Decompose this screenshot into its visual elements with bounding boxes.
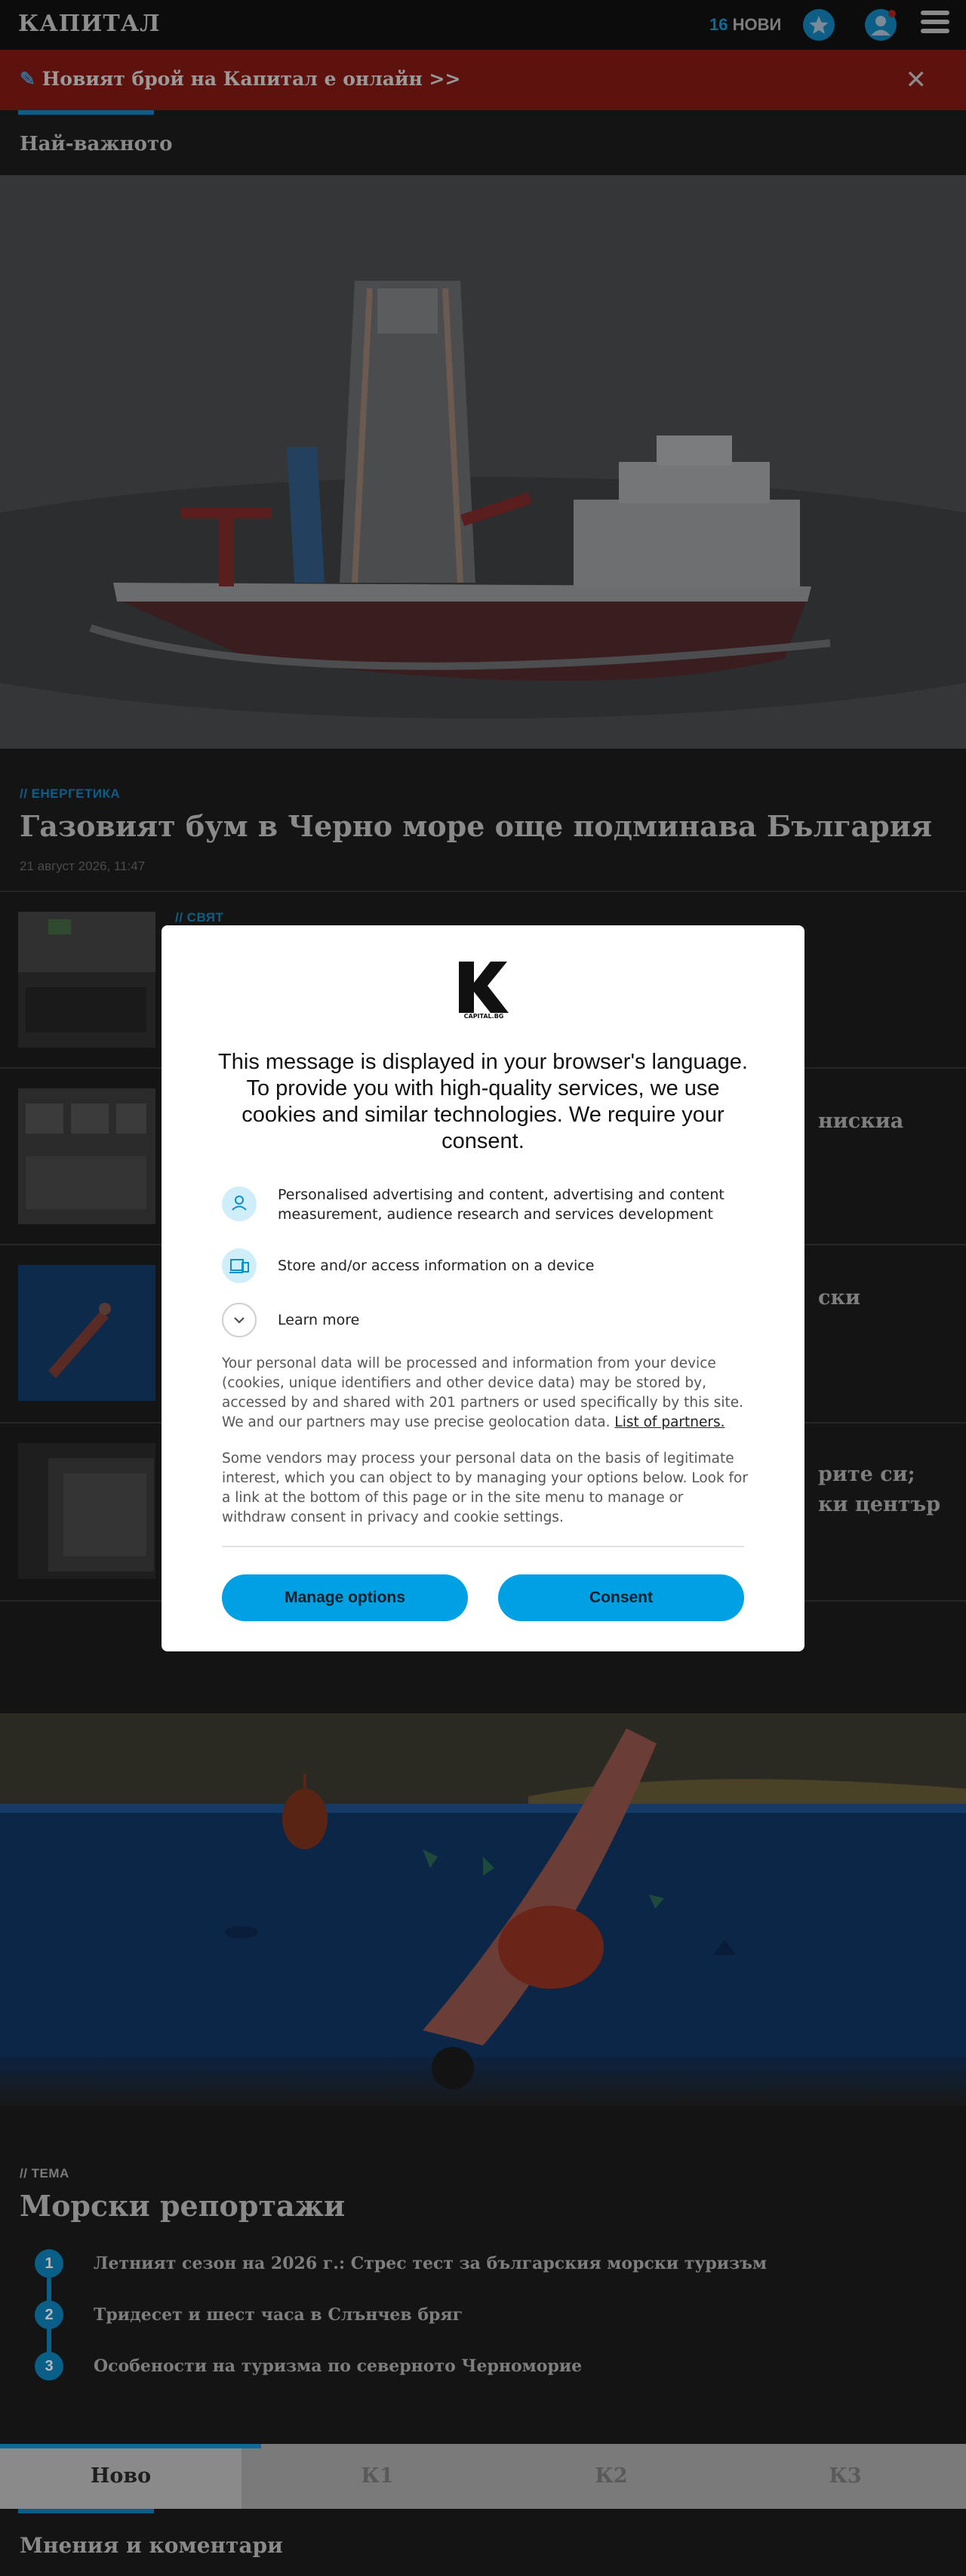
consent-paragraph-1: Your personal data will be processed and… [222,1356,744,1430]
partners-link[interactable]: List of partners. [614,1414,724,1430]
capital-logo: CAPITAL.BG [457,960,510,1023]
modal-divider [222,1546,744,1547]
logo-caption: CAPITAL.BG [463,1013,504,1020]
learn-more-label[interactable]: Learn more [278,1310,761,1330]
purpose-text: Store and/or access information on a dev… [278,1257,595,1274]
devices-icon [222,1248,257,1283]
consent-dialog: CAPITAL.BG This message is displayed in … [162,925,804,1651]
person-icon [222,1186,257,1221]
consent-heading: This message is displayed in your browse… [218,1050,748,1153]
consent-button[interactable]: Consent [498,1574,744,1621]
consent-paragraph-2: Some vendors may process your personal d… [222,1451,748,1525]
purpose-text: Personalised advertising and content, ad… [278,1186,724,1223]
chevron-down-icon[interactable] [222,1303,257,1337]
manage-options-button[interactable]: Manage options [222,1574,468,1621]
